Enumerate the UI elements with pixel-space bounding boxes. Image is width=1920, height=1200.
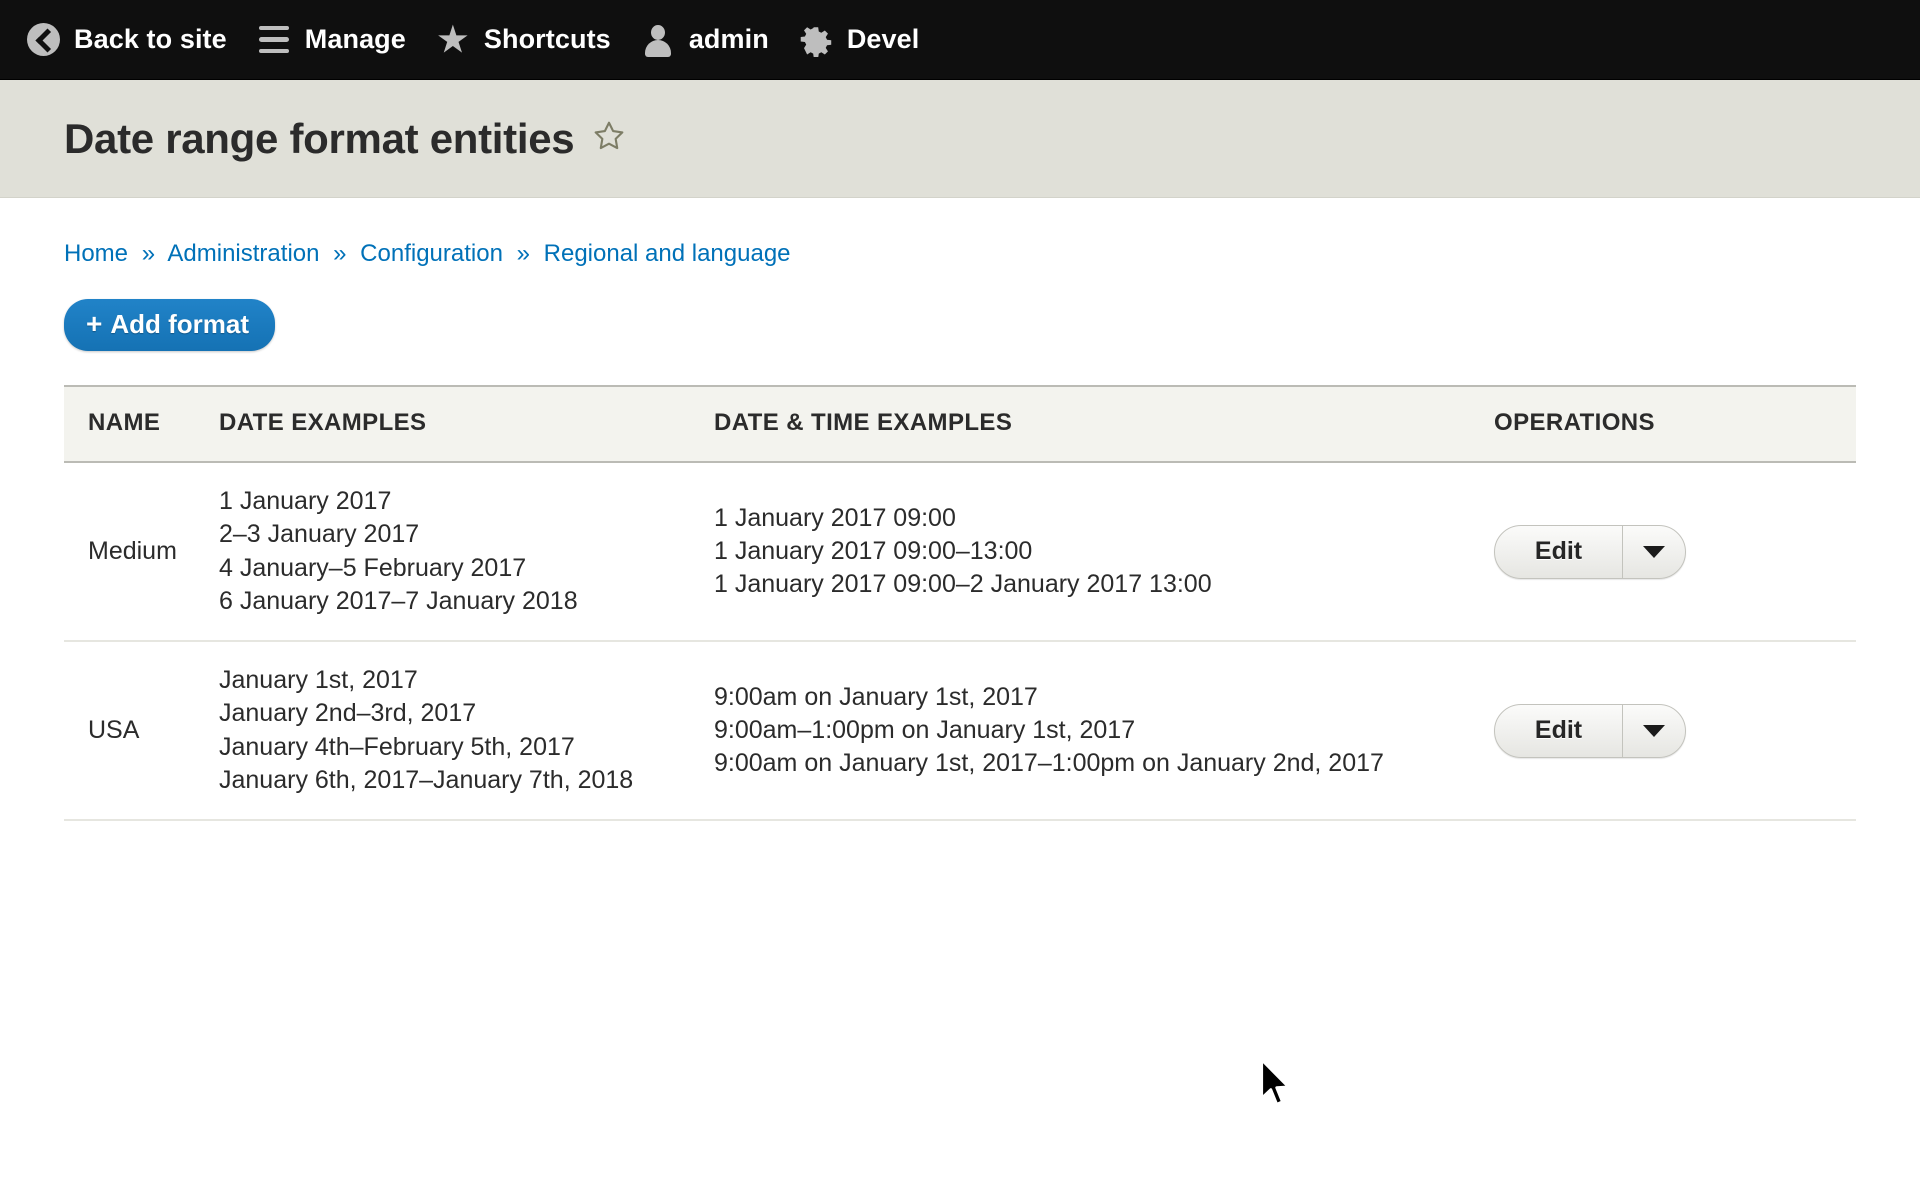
toolbar-item-devel[interactable]: Devel (791, 0, 942, 80)
datetime-example-line: 1 January 2017 09:00–2 January 2017 13:0… (714, 570, 1212, 599)
table-body: Medium 1 January 2017 2–3 January 2017 4… (64, 462, 1856, 822)
datetime-example-line: 1 January 2017 09:00 (714, 503, 956, 532)
edit-button[interactable]: Edit (1495, 525, 1623, 578)
date-example-line: 2–3 January 2017 (219, 520, 420, 549)
add-format-button[interactable]: + Add format (64, 299, 276, 352)
action-links: + Add format (64, 299, 1856, 352)
operations-dropbutton: Edit (1494, 524, 1686, 579)
toolbar-item-label: admin (688, 24, 769, 54)
toolbar-item-label: Back to site (74, 24, 227, 54)
star-icon: ★ (437, 20, 469, 59)
edit-button[interactable]: Edit (1495, 704, 1623, 757)
cell-datetime-examples: 9:00am on January 1st, 2017 9:00am–1:00p… (714, 641, 1494, 822)
cell-datetime-examples: 1 January 2017 09:00 1 January 2017 09:0… (714, 462, 1494, 643)
table-row: USA January 1st, 2017 January 2nd–3rd, 2… (64, 641, 1856, 822)
datetime-example-line: 9:00am–1:00pm on January 1st, 2017 (714, 716, 1136, 745)
breadcrumb-item-regional-and-language[interactable]: Regional and language (544, 240, 791, 267)
toolbar-item-label: Manage (304, 24, 406, 54)
date-example-line: 6 January 2017–7 January 2018 (219, 586, 578, 615)
date-example-line: January 2nd–3rd, 2017 (219, 699, 477, 728)
back-circle-icon (26, 23, 60, 57)
date-formats-table: NAME DATE EXAMPLES DATE & TIME EXAMPLES … (64, 385, 1856, 822)
date-example-line: January 4th–February 5th, 2017 (219, 732, 575, 761)
person-icon (641, 23, 675, 57)
cell-name: USA (64, 641, 219, 822)
date-example-line: 1 January 2017 (219, 487, 392, 516)
cell-date-examples: January 1st, 2017 January 2nd–3rd, 2017 … (219, 641, 714, 822)
cell-operations: Edit (1494, 462, 1856, 643)
datetime-example-line: 9:00am on January 1st, 2017 (714, 682, 1038, 711)
admin-toolbar: Back to site Manage ★ Shortcuts admin De… (0, 0, 1920, 80)
plus-icon: + (86, 308, 103, 340)
page-title: Date range format entities (64, 114, 575, 162)
column-header-datetime: DATE & TIME EXAMPLES (714, 385, 1494, 464)
column-header-operations: OPERATIONS (1494, 385, 1856, 464)
toolbar-item-manage[interactable]: Manage (249, 0, 428, 80)
dropbutton-toggle[interactable] (1623, 705, 1685, 757)
toolbar-item-back-to-site[interactable]: Back to site (18, 0, 249, 80)
breadcrumb-separator: » (516, 240, 530, 267)
breadcrumb: Home » Administration » Configuration » … (64, 198, 1856, 269)
breadcrumb-item-home[interactable]: Home (64, 240, 128, 267)
datetime-example-line: 9:00am on January 1st, 2017–1:00pm on Ja… (714, 749, 1384, 778)
breadcrumb-item-configuration[interactable]: Configuration (360, 240, 503, 267)
cell-name: Medium (64, 462, 219, 643)
star-outline-icon[interactable] (592, 119, 626, 158)
gear-icon (799, 23, 833, 57)
page-header-band: Date range format entities (0, 80, 1920, 198)
table-header: NAME DATE EXAMPLES DATE & TIME EXAMPLES … (64, 385, 1856, 464)
datetime-example-line: 1 January 2017 09:00–13:00 (714, 537, 1033, 566)
chevron-down-icon (1643, 545, 1665, 558)
main-content: Home » Administration » Configuration » … (0, 198, 1920, 822)
table-row: Medium 1 January 2017 2–3 January 2017 4… (64, 462, 1856, 643)
cell-date-examples: 1 January 2017 2–3 January 2017 4 Januar… (219, 462, 714, 643)
toolbar-item-admin[interactable]: admin (633, 0, 791, 80)
breadcrumb-separator: » (333, 240, 347, 267)
hamburger-icon (257, 23, 291, 57)
date-example-line: January 1st, 2017 (219, 666, 418, 695)
operations-dropbutton: Edit (1494, 703, 1686, 758)
breadcrumb-item-administration[interactable]: Administration (167, 240, 319, 267)
toolbar-item-label: Devel (846, 24, 920, 54)
column-header-name: NAME (64, 385, 219, 464)
toolbar-item-label: Shortcuts (483, 24, 611, 54)
toolbar-item-shortcuts[interactable]: ★ Shortcuts (428, 0, 633, 80)
date-example-line: January 6th, 2017–January 7th, 2018 (219, 765, 634, 794)
breadcrumb-separator: » (141, 240, 156, 267)
table-header-row: NAME DATE EXAMPLES DATE & TIME EXAMPLES … (64, 385, 1856, 464)
column-header-date: DATE EXAMPLES (219, 385, 714, 464)
date-example-line: 4 January–5 February 2017 (219, 553, 527, 582)
cell-operations: Edit (1494, 641, 1856, 822)
add-format-label: Add format (110, 309, 250, 340)
chevron-down-icon (1643, 724, 1665, 737)
mouse-cursor (1258, 1057, 1294, 1114)
dropbutton-toggle[interactable] (1623, 526, 1685, 578)
